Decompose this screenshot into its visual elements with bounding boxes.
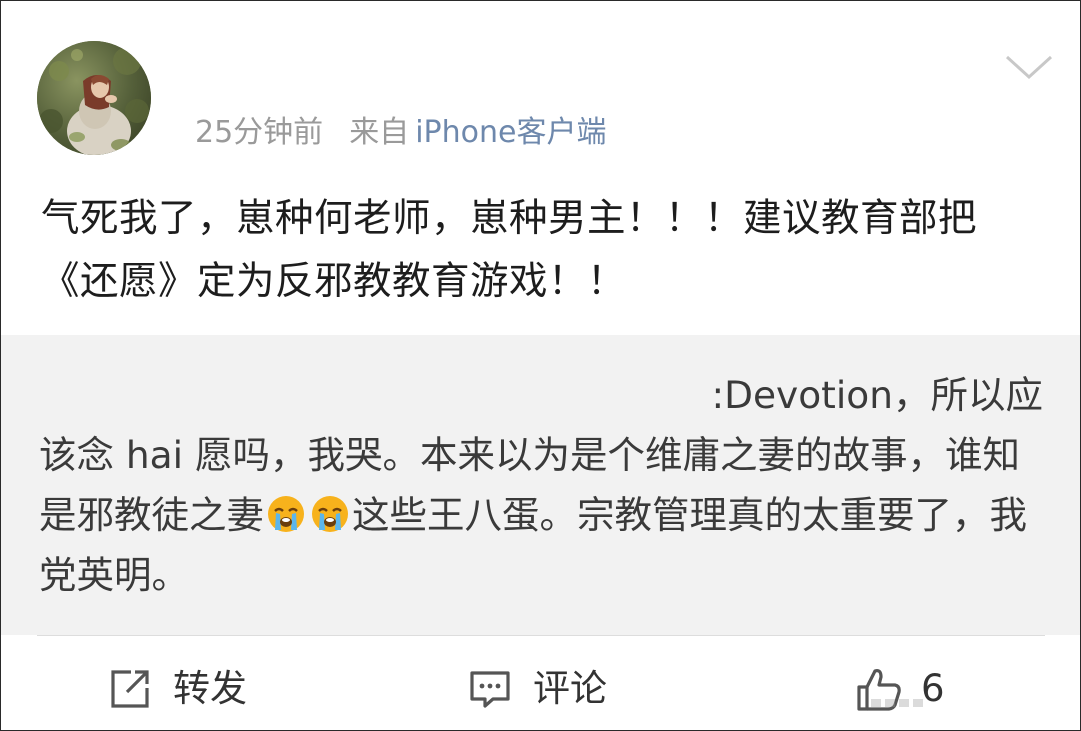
post-source-prefix: 来自: [349, 115, 410, 150]
watermark: [869, 695, 939, 711]
comment-label: 评论: [533, 667, 607, 710]
post-source-client[interactable]: iPhone客户端: [415, 115, 606, 150]
crying-face-icon: [310, 491, 350, 532]
post-meta: 25分钟前 来自 iPhone客户端: [195, 113, 606, 153]
repost-button[interactable]: 转发: [107, 663, 247, 715]
repost-text-line1: :Devotion，所以应: [711, 373, 1043, 417]
action-bar: 转发 评论 6: [1, 649, 1080, 729]
divider: [37, 635, 1045, 636]
weibo-post-card: 25分钟前 来自 iPhone客户端 气死我了，崽种何老师，崽种男主！！！建议教育部…: [0, 0, 1081, 731]
share-icon: [107, 666, 153, 712]
repost-label: 转发: [173, 667, 247, 710]
comment-button[interactable]: 评论: [467, 663, 607, 715]
crying-face-icon: [266, 491, 306, 532]
reposted-content[interactable]: :Devotion，所以应 该念 hai 愿吗，我哭。本来以为是个维庸之妻的故事，…: [1, 335, 1080, 635]
post-text: 气死我了，崽种何老师，崽种男主！！！建议教育部把《还愿》定为反邪教教育游戏！！: [41, 196, 978, 304]
chevron-down-icon[interactable]: [1001, 49, 1057, 85]
comment-icon: [467, 666, 513, 712]
repost-text: :Devotion，所以应 该念 hai 愿吗，我哭。本来以为是个维庸之妻的故事，…: [39, 365, 1043, 605]
avatar[interactable]: [37, 41, 151, 155]
post-time: 25分钟前: [195, 115, 324, 150]
